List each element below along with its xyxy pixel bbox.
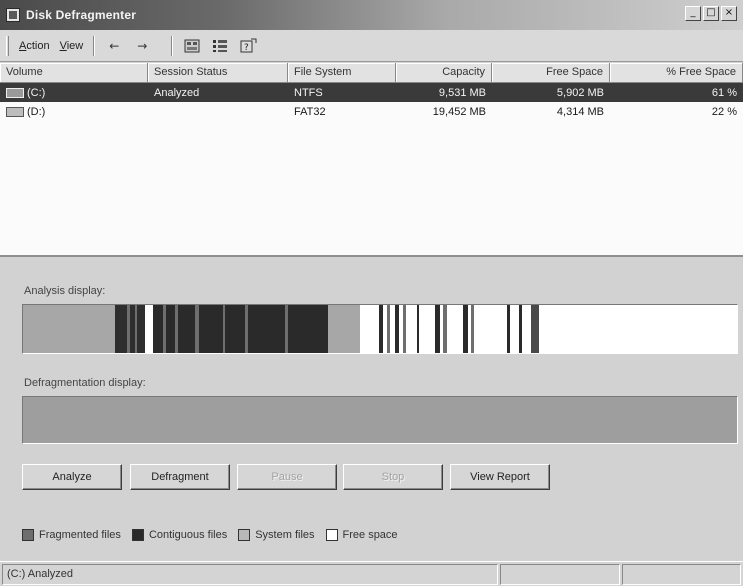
capacity-cell: 9,531 MB [438, 86, 486, 99]
toolbar-grip [6, 35, 9, 56]
volume-row-d[interactable]: (D:) FAT32 19,452 MB 4,314 MB 22 % [0, 102, 743, 121]
status-text: (C:) Analyzed [2, 564, 498, 585]
status-panel-2 [500, 564, 620, 585]
column-header-file-system[interactable]: File System [288, 63, 396, 83]
pct-free-cell: 61 % [711, 86, 737, 99]
contiguous-files-segment [435, 305, 440, 353]
fragmented-files-segment [175, 305, 178, 353]
defrag-panel: Analysis display: Defragmentation displa… [0, 255, 743, 561]
toolbar-separator [93, 35, 96, 56]
pct-free-cell: 22 % [711, 105, 737, 118]
fragmented-files-segment [471, 305, 474, 353]
contiguous-files-segment [519, 305, 522, 353]
defrag-display-label: Defragmentation display: [24, 377, 146, 389]
fragmented-files-segment [443, 305, 447, 353]
toolbar-separator [171, 35, 174, 56]
legend-label-contiguous: Contiguous files [148, 529, 228, 541]
hard-drive-icon [6, 106, 24, 117]
fragmented-files-segment [285, 305, 288, 353]
column-header-capacity[interactable]: Capacity [396, 63, 492, 83]
fragmented-files-segment [223, 305, 225, 353]
analysis-display-label: Analysis display: [24, 285, 106, 297]
file-system-cell: FAT32 [294, 105, 326, 118]
contiguous-files-segment [153, 305, 328, 353]
contiguous-files-segment [115, 305, 145, 353]
svg-text:?: ? [244, 43, 249, 53]
volume-list-header: Volume Session Status File System Capaci… [0, 63, 743, 83]
status-cell: Analyzed [154, 86, 200, 99]
contiguous-files-segment [463, 305, 468, 353]
view-report-button[interactable]: View Report [450, 464, 550, 490]
fragmented-files-segment [403, 305, 406, 353]
fragmented-files-segment [135, 305, 137, 353]
legend: Fragmented files Contiguous files System… [22, 529, 398, 541]
fragmented-files-segment [387, 305, 390, 353]
pause-button[interactable]: Pause [237, 464, 337, 490]
toolbar: Action View ← → ? [0, 30, 743, 62]
volume-row-c[interactable]: (C:) Analyzed NTFS 9,531 MB 5,902 MB 61 … [0, 83, 743, 102]
window-title: Disk Defragmenter [26, 8, 137, 22]
defragment-button[interactable]: Defragment [130, 464, 230, 490]
fragmented-files-segment [195, 305, 199, 353]
fragmented-files-segment [127, 305, 130, 353]
defrag-app-icon [6, 8, 20, 22]
menu-action[interactable]: Action [19, 40, 50, 52]
system-files-segment [23, 305, 115, 353]
help-icon[interactable]: ? [239, 38, 257, 54]
status-panel-3 [622, 564, 741, 585]
file-system-cell: NTFS [294, 86, 323, 99]
column-header-volume[interactable]: Volume [0, 63, 148, 83]
forward-arrow-icon[interactable]: → [133, 38, 151, 54]
back-arrow-icon[interactable]: ← [105, 38, 123, 54]
free-space-swatch [325, 529, 338, 541]
volume-cell: (C:) [0, 87, 148, 99]
status-bar: (C:) Analyzed [0, 561, 743, 586]
legend-label-free: Free space [342, 529, 398, 541]
properties-icon[interactable] [183, 38, 201, 54]
volume-list: (C:) Analyzed NTFS 9,531 MB 5,902 MB 61 … [0, 83, 743, 255]
analysis-display [22, 304, 738, 354]
hard-drive-icon [6, 87, 24, 98]
analyze-button[interactable]: Analyze [22, 464, 122, 490]
system-files-segment [328, 305, 360, 353]
volume-cell: (D:) [0, 106, 148, 118]
contiguous-files-segment [417, 305, 419, 353]
contiguous-files-segment [531, 305, 539, 353]
free-space-segment [145, 305, 153, 353]
contiguous-files-segment [395, 305, 399, 353]
fragmented-files-segment [163, 305, 166, 353]
maximize-button[interactable]: □ [703, 6, 719, 21]
column-header-free-space[interactable]: Free Space [492, 63, 610, 83]
close-button[interactable]: × [721, 6, 737, 21]
legend-label-fragmented: Fragmented files [39, 529, 121, 541]
contiguous-files-segment [507, 305, 510, 353]
system-files-swatch [238, 529, 251, 541]
minimize-button[interactable]: _ [685, 6, 701, 21]
defragmentation-display [22, 396, 738, 444]
legend-label-system: System files [255, 529, 315, 541]
window-controls: _ □ × [685, 6, 737, 21]
column-header-session-status[interactable]: Session Status [148, 63, 288, 83]
contiguous-files-segment [379, 305, 383, 353]
list-view-icon[interactable] [211, 38, 229, 54]
free-space-cell: 5,902 MB [556, 86, 604, 99]
stop-button[interactable]: Stop [343, 464, 443, 490]
fragmented-files-segment [245, 305, 248, 353]
title-bar: Disk Defragmenter _ □ × [0, 0, 743, 30]
free-space-cell: 4,314 MB [556, 105, 604, 118]
capacity-cell: 19,452 MB [432, 105, 486, 118]
contiguous-files-swatch [131, 529, 144, 541]
menu-view[interactable]: View [60, 40, 84, 52]
fragmented-files-swatch [22, 529, 34, 541]
column-header-pct-free-space[interactable]: % Free Space [610, 63, 743, 83]
